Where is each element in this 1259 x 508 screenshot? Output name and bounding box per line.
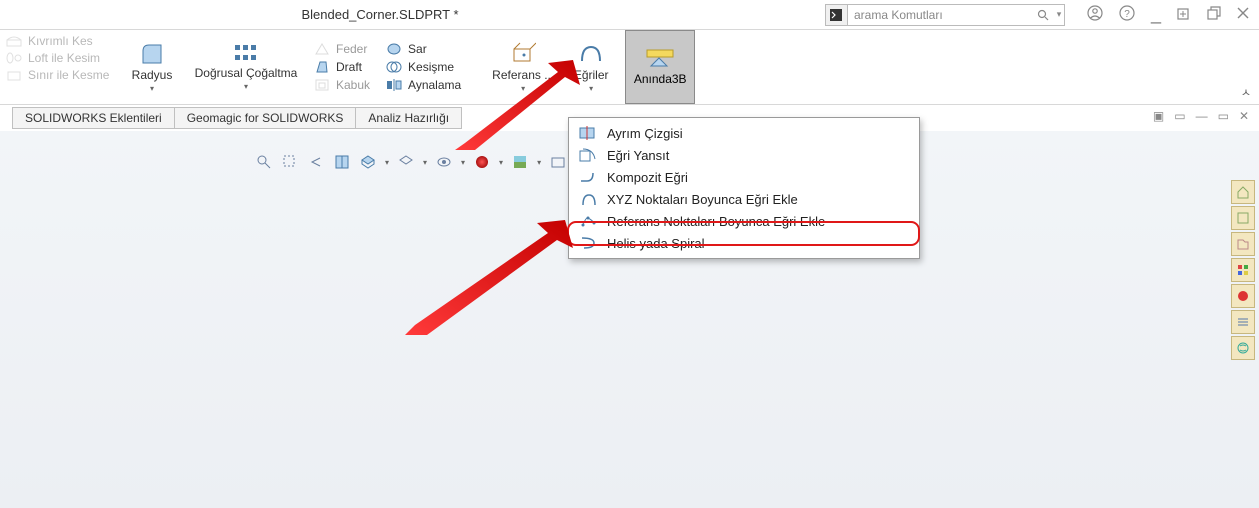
view-orientation-icon[interactable]	[359, 153, 377, 171]
view-settings-icon[interactable]	[549, 153, 567, 171]
document-title: Blended_Corner.SLDPRT *	[280, 7, 480, 22]
taskpane-explorer-icon[interactable]	[1231, 258, 1255, 282]
zoom-area-icon[interactable]	[281, 153, 299, 171]
ribbon: Kıvrımlı Kes Loft ile Kesim Sınır ile Ke…	[0, 30, 1259, 105]
mirror-button[interactable]: Aynalama	[386, 78, 461, 92]
panel-dropdown-icon[interactable]: ▭	[1174, 109, 1185, 123]
cut-features-group: Kıvrımlı Kes Loft ile Kesim Sınır ile Ke…	[0, 30, 118, 104]
command-search[interactable]: ▾	[825, 4, 1065, 26]
curves-dropdown: Ayrım Çizgisi Eğri Yansıt Kompozit Eğri …	[568, 117, 920, 259]
split-line-item[interactable]: Ayrım Çizgisi	[569, 122, 919, 144]
project-curve-item[interactable]: Eğri Yansıt	[569, 144, 919, 166]
edit-appearance-icon[interactable]	[473, 153, 491, 171]
search-input[interactable]	[848, 8, 1032, 22]
boundary-cut-button[interactable]: Sınır ile Kesme	[6, 68, 112, 82]
titlebar: Blended_Corner.SLDPRT * ▾ ? _	[0, 0, 1259, 30]
draft-button[interactable]: Draft	[314, 60, 370, 74]
panel-close-icon[interactable]: ✕	[1239, 109, 1249, 123]
titlebar-controls: ? _	[1077, 4, 1259, 25]
fillet-button[interactable]: Radyus ▾	[118, 30, 186, 104]
ribbon-expand-icon[interactable]: ㅅ	[1241, 84, 1251, 100]
taskpane-home-icon[interactable]	[1231, 180, 1255, 204]
restore1-button[interactable]	[1177, 6, 1191, 24]
search-icon[interactable]	[1032, 9, 1054, 21]
curve-through-reference-points-item[interactable]: Referans Noktaları Boyunca Eğri Ekle	[569, 210, 919, 232]
loft-cut-button[interactable]: Loft ile Kesim	[6, 51, 112, 65]
panel-arrange-icon[interactable]: ▣	[1153, 109, 1164, 123]
minimize-button[interactable]: _	[1151, 4, 1161, 25]
composite-curve-item[interactable]: Kompozit Eğri	[569, 166, 919, 188]
restore2-button[interactable]	[1207, 6, 1221, 24]
rib-button[interactable]: Feder	[314, 42, 370, 56]
intersect-button[interactable]: Kesişme	[386, 60, 461, 74]
tab-addins[interactable]: SOLIDWORKS Eklentileri	[12, 107, 175, 129]
help-icon[interactable]: ?	[1119, 5, 1135, 25]
tab-analysis-prep[interactable]: Analiz Hazırlığı	[355, 107, 462, 129]
feature-mid-group2: Sar Kesişme Aynalama	[378, 30, 469, 104]
zoom-fit-icon[interactable]	[255, 153, 273, 171]
section-view-icon[interactable]	[333, 153, 351, 171]
svg-text:?: ?	[1124, 9, 1130, 20]
shell-button[interactable]: Kabuk	[314, 78, 370, 92]
wrap-button[interactable]: Sar	[386, 42, 461, 56]
apply-scene-icon[interactable]	[511, 153, 529, 171]
display-style-icon[interactable]	[397, 153, 415, 171]
taskpane-resources-icon[interactable]	[1231, 206, 1255, 230]
taskpane-appearances-icon[interactable]	[1231, 284, 1255, 308]
reference-geometry-button[interactable]: Referans ... ▾	[489, 30, 557, 104]
command-prompt-icon	[826, 5, 848, 25]
taskpane-properties-icon[interactable]	[1231, 310, 1255, 334]
linear-pattern-button[interactable]: Doğrusal Çoğaltma ▾	[186, 30, 306, 104]
curve-through-xyz-item[interactable]: XYZ Noktaları Boyunca Eğri Ekle	[569, 188, 919, 210]
close-button[interactable]	[1237, 6, 1249, 23]
curves-button[interactable]: Eğriler ▾	[557, 30, 625, 104]
panel-max-icon[interactable]: ▭	[1218, 109, 1229, 123]
taskpane-design-library-icon[interactable]	[1231, 232, 1255, 256]
feature-mid-group: Feder Draft Kabuk	[306, 30, 378, 104]
task-pane-rail	[1231, 180, 1255, 360]
user-icon[interactable]	[1087, 5, 1103, 25]
taskpane-forum-icon[interactable]	[1231, 336, 1255, 360]
heads-up-view-toolbar: ▾ ▾ ▾ ▾ ▾	[255, 153, 567, 171]
instant3d-button[interactable]: Anında3B	[625, 30, 695, 104]
helix-spiral-item[interactable]: Helis yada Spiral	[569, 232, 919, 254]
swept-cut-button[interactable]: Kıvrımlı Kes	[6, 34, 112, 48]
hide-show-icon[interactable]	[435, 153, 453, 171]
tab-geomagic[interactable]: Geomagic for SOLIDWORKS	[174, 107, 357, 129]
panel-min-icon[interactable]: —	[1196, 109, 1208, 123]
previous-view-icon[interactable]	[307, 153, 325, 171]
